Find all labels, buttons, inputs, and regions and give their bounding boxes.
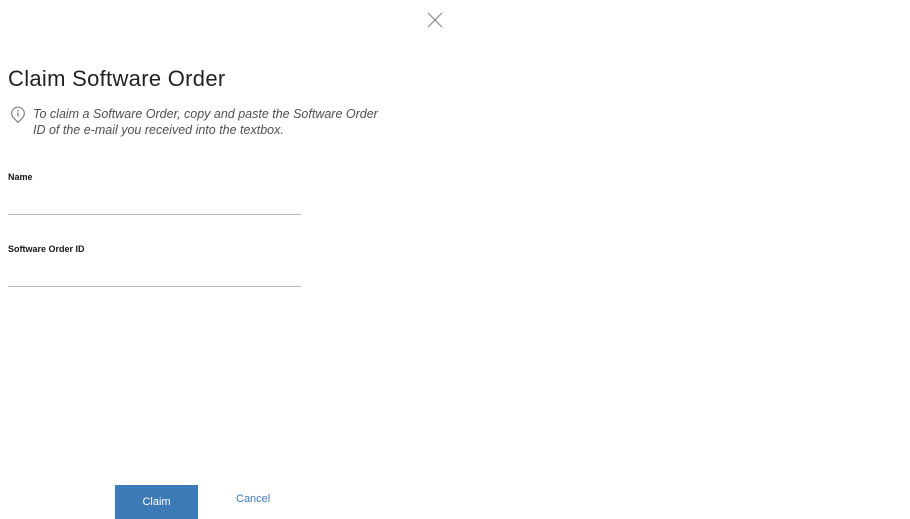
close-button[interactable] xyxy=(426,11,444,29)
dialog-title: Claim Software Order xyxy=(8,66,226,91)
order-id-field[interactable] xyxy=(8,264,301,287)
close-icon xyxy=(427,12,443,28)
info-text: To claim a Software Order, copy and past… xyxy=(33,107,378,137)
claim-button[interactable]: Claim xyxy=(115,485,198,519)
info-icon xyxy=(11,106,25,124)
order-id-label: Software Order ID xyxy=(8,244,85,254)
name-field[interactable] xyxy=(8,192,301,215)
name-label: Name xyxy=(8,172,33,182)
cancel-button[interactable]: Cancel xyxy=(236,493,270,505)
